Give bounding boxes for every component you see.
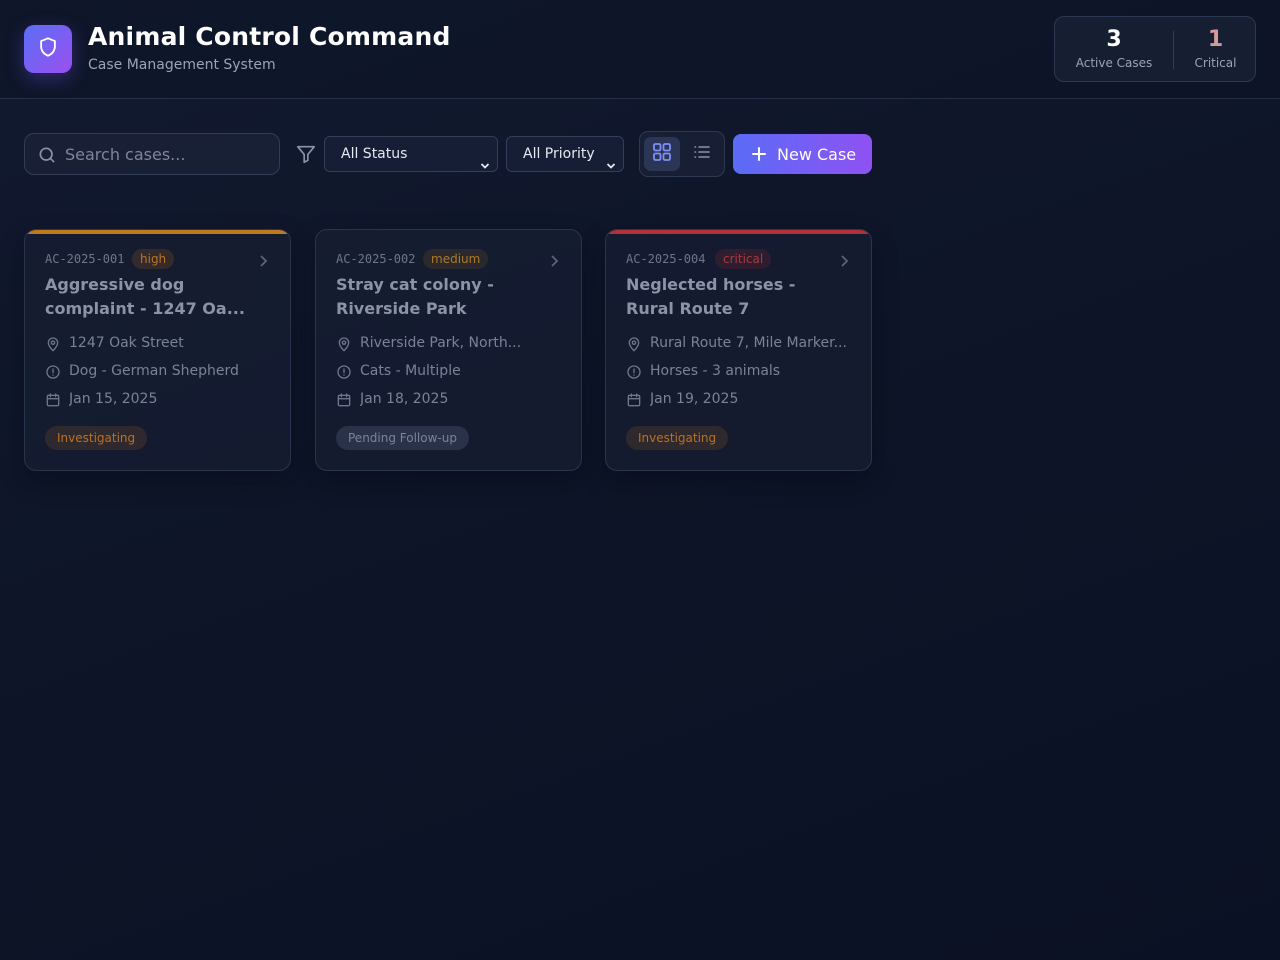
chevron-right-icon — [549, 253, 559, 272]
case-animal: Horses - 3 animals — [626, 362, 854, 382]
stat-label: Active Cases — [1075, 56, 1153, 70]
map-pin-icon — [626, 336, 642, 356]
case-animal-text: Cats - Multiple — [360, 363, 461, 379]
case-card[interactable]: AC-2025-001 high Aggressive dog complain… — [24, 229, 291, 471]
chevron-down-icon — [606, 150, 616, 184]
chevron-right-icon — [258, 253, 268, 272]
list-view-button[interactable] — [684, 137, 720, 171]
search-icon — [37, 145, 57, 169]
priority-accent-bar — [25, 230, 290, 234]
case-date-text: Jan 15, 2025 — [69, 391, 158, 407]
plus-icon — [751, 146, 767, 162]
case-title-line: Rural Route 7 — [626, 299, 750, 318]
app-logo — [24, 25, 72, 73]
case-title: Aggressive dog complaint - 1247 Oa... — [45, 273, 273, 321]
case-location: 1247 Oak Street — [45, 334, 273, 354]
case-title-line: Aggressive dog — [45, 275, 185, 294]
priority-badge: high — [132, 249, 175, 269]
case-title: Stray cat colony - Riverside Park — [336, 273, 564, 321]
case-title-line: Stray cat colony - — [336, 275, 494, 294]
case-animal: Cats - Multiple — [336, 362, 564, 382]
priority-badge: medium — [423, 249, 489, 269]
app-header: Animal Control Command Case Management S… — [0, 0, 1280, 99]
case-location-text: 1247 Oak Street — [69, 335, 184, 351]
priority-badge: critical — [715, 249, 772, 269]
case-title-line: Neglected horses - — [626, 275, 796, 294]
search-input[interactable] — [65, 134, 271, 174]
case-location: Rural Route 7, Mile Marker... — [626, 334, 854, 354]
map-pin-icon — [45, 336, 61, 356]
grid-icon — [652, 142, 672, 166]
app-title: Animal Control Command — [88, 22, 451, 51]
case-date: Jan 18, 2025 — [336, 390, 564, 410]
case-id: AC-2025-001 — [45, 252, 125, 266]
alert-circle-icon — [336, 364, 352, 384]
case-title: Neglected horses - Rural Route 7 — [626, 273, 854, 321]
status-badge: Investigating — [45, 426, 148, 450]
app-subtitle: Case Management System — [88, 57, 276, 73]
shield-icon — [37, 36, 59, 62]
stat-value: 1 — [1207, 27, 1224, 52]
case-id: AC-2025-002 — [336, 252, 416, 266]
map-pin-icon — [336, 336, 352, 356]
stat-label: Critical — [1194, 56, 1237, 70]
priority-filter-value: All Priority — [523, 146, 595, 162]
stat-active-cases: 3 Active Cases — [1055, 17, 1173, 83]
case-animal-text: Dog - German Shepherd — [69, 363, 239, 379]
calendar-icon — [45, 392, 61, 412]
view-toggle — [639, 131, 725, 177]
calendar-icon — [336, 392, 352, 412]
case-title-line: Riverside Park — [336, 299, 467, 318]
case-animal-text: Horses - 3 animals — [650, 363, 781, 379]
new-case-button[interactable]: New Case — [733, 134, 872, 174]
search-box[interactable] — [24, 133, 280, 175]
calendar-icon — [626, 392, 642, 412]
list-icon — [693, 143, 711, 165]
stat-value: 3 — [1106, 27, 1122, 52]
case-title-line: complaint - 1247 Oa... — [45, 299, 245, 318]
case-date-text: Jan 19, 2025 — [650, 391, 739, 407]
case-location-text: Rural Route 7, Mile Marker... — [650, 335, 847, 351]
status-filter-value: All Status — [341, 146, 408, 162]
chevron-right-icon — [839, 253, 849, 272]
stat-critical: 1 Critical — [1174, 17, 1257, 83]
status-filter-select[interactable]: All Status — [324, 136, 498, 172]
case-location: Riverside Park, North... — [336, 334, 564, 354]
case-animal: Dog - German Shepherd — [45, 362, 273, 382]
priority-accent-bar — [606, 230, 871, 234]
chevron-down-icon — [480, 150, 490, 184]
case-card[interactable]: AC-2025-002 medium Stray cat colony - Ri… — [315, 229, 582, 471]
case-location-text: Riverside Park, North... — [360, 335, 522, 351]
alert-circle-icon — [626, 364, 642, 384]
case-card[interactable]: AC-2025-004 critical Neglected horses - … — [605, 229, 872, 471]
filter-icon — [295, 143, 317, 169]
priority-filter-select[interactable]: All Priority — [506, 136, 624, 172]
case-id: AC-2025-004 — [626, 252, 706, 266]
status-badge: Pending Follow-up — [336, 426, 469, 450]
status-badge: Investigating — [626, 426, 729, 450]
new-case-label: New Case — [777, 144, 857, 164]
case-date-text: Jan 18, 2025 — [360, 391, 449, 407]
alert-circle-icon — [45, 364, 61, 384]
case-date: Jan 19, 2025 — [626, 390, 854, 410]
case-date: Jan 15, 2025 — [45, 390, 273, 410]
stats-panel: 3 Active Cases 1 Critical — [1054, 16, 1256, 82]
grid-view-button[interactable] — [644, 137, 680, 171]
